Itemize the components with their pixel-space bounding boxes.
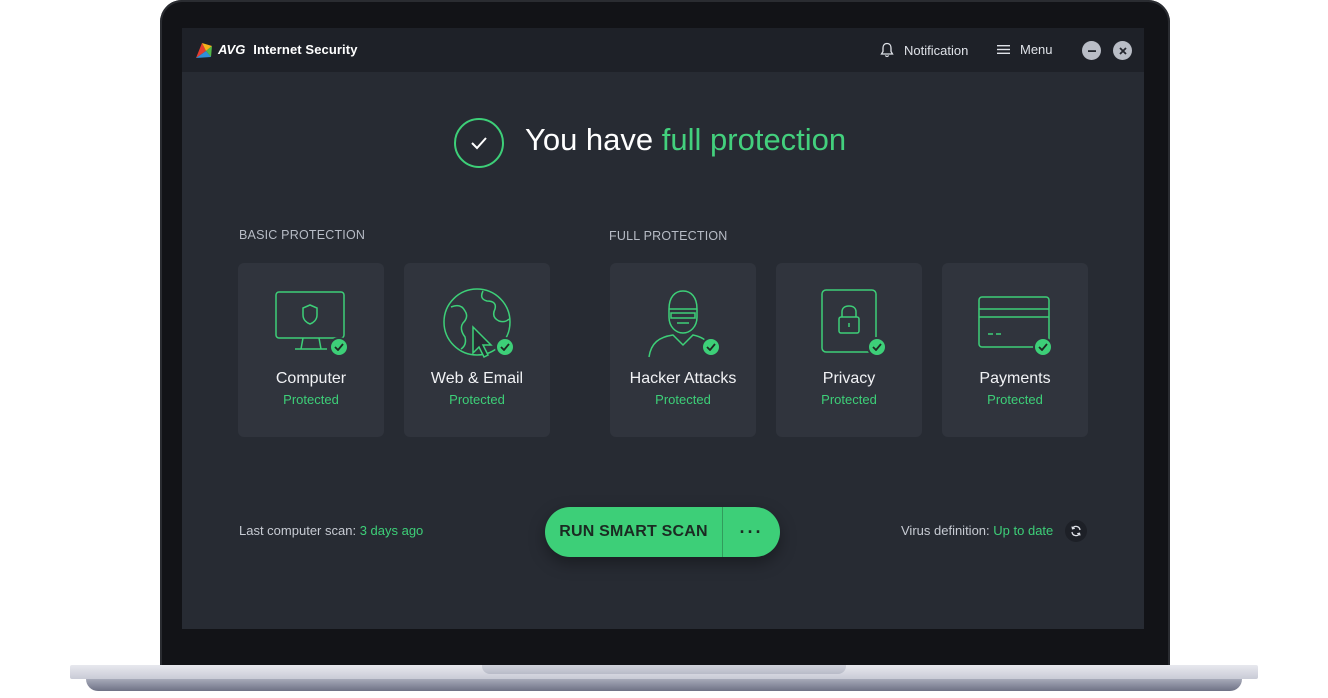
card-title: Payments: [979, 370, 1051, 387]
bell-icon: [880, 42, 894, 58]
app-window: AVG Internet Security Notification Menu: [182, 28, 1144, 629]
protected-check-icon: [329, 337, 349, 357]
card-title: Computer: [275, 370, 347, 387]
avg-logo-icon: [196, 43, 212, 58]
minimize-button[interactable]: [1082, 41, 1101, 60]
virus-definition-value: Up to date: [993, 523, 1054, 538]
virus-definition-info: Virus definition: Up to date: [901, 523, 1053, 538]
protected-check-icon: [867, 337, 887, 357]
notification-label: Notification: [904, 42, 969, 58]
laptop-hinge-notch: [482, 665, 846, 674]
protection-headline: You have full protection: [525, 122, 846, 158]
protected-check-icon: [701, 337, 721, 357]
app-title: AVG Internet Security: [218, 42, 358, 57]
headline-prefix: You have: [525, 122, 654, 157]
product-name: Internet Security: [253, 42, 358, 57]
card-hacker-attacks[interactable]: Hacker Attacks Protected: [610, 263, 756, 437]
refresh-icon: [1071, 525, 1081, 537]
scan-options-button[interactable]: ···: [723, 507, 780, 557]
close-icon: [1118, 46, 1127, 55]
card-status: Protected: [449, 392, 505, 407]
basic-protection-label: BASIC PROTECTION: [239, 228, 366, 242]
last-scan-label: Last computer scan:: [239, 523, 357, 538]
brand-name: AVG: [218, 42, 246, 57]
card-title: Privacy: [822, 370, 876, 387]
last-scan-info: Last computer scan: 3 days ago: [239, 523, 423, 538]
card-payments[interactable]: Payments Protected: [942, 263, 1088, 437]
headline-highlight: full protection: [661, 122, 847, 157]
virus-definition-label: Virus definition:: [901, 523, 990, 538]
last-scan-value[interactable]: 3 days ago: [360, 523, 424, 538]
update-definitions-button[interactable]: [1065, 520, 1087, 542]
card-status: Protected: [821, 392, 877, 407]
run-smart-scan-button[interactable]: RUN SMART SCAN: [545, 507, 723, 557]
card-status: Protected: [655, 392, 711, 407]
card-status: Protected: [283, 392, 339, 407]
minimize-icon: [1087, 49, 1096, 52]
smart-scan-button-group: RUN SMART SCAN ···: [545, 507, 780, 557]
card-status: Protected: [987, 392, 1043, 407]
protected-check-icon: [495, 337, 515, 357]
protected-check-icon: [1033, 337, 1053, 357]
notification-button[interactable]: Notification: [880, 42, 968, 58]
card-title: Hacker Attacks: [629, 370, 737, 387]
card-title: Web & Email: [430, 370, 524, 387]
card-web-email[interactable]: Web & Email Protected: [404, 263, 550, 437]
status-check-icon: [454, 118, 504, 168]
card-computer[interactable]: Computer Protected: [238, 263, 384, 437]
card-privacy[interactable]: Privacy Protected: [776, 263, 922, 437]
title-bar: AVG Internet Security Notification Menu: [182, 28, 1144, 72]
menu-label: Menu: [1020, 42, 1053, 57]
full-protection-label: FULL PROTECTION: [609, 229, 728, 243]
menu-button[interactable]: Menu: [997, 42, 1053, 57]
hamburger-icon: [997, 45, 1010, 54]
close-button[interactable]: [1113, 41, 1132, 60]
laptop-base-bottom: [86, 679, 1242, 691]
